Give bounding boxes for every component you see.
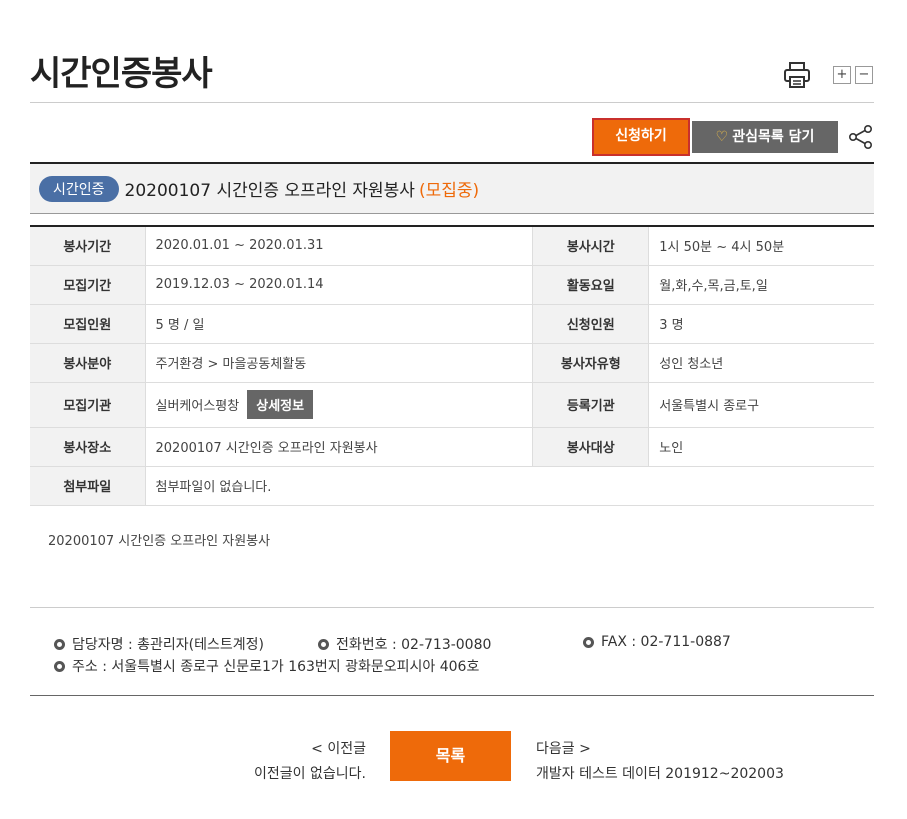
bullet-icon xyxy=(583,636,594,648)
contact-manager: 담당자명 : 총관리자(테스트계정) xyxy=(54,634,264,654)
description: 20200107 시간인증 오프라인 자원봉사 xyxy=(48,534,271,549)
prev-label: < 이전글 xyxy=(311,741,366,757)
next-text: 개발자 테스트 데이터 201912~202003 xyxy=(536,766,784,782)
contact-fax-text: FAX : 02-711-0887 xyxy=(601,634,731,650)
row-value: 서울특별시 종로구 xyxy=(648,382,874,428)
row-label: 등록기관 xyxy=(532,382,649,428)
share-icon[interactable] xyxy=(848,124,874,150)
contact-address-text: 주소 : 서울특별시 종로구 신문로1가 163번지 광화문오피시아 406호 xyxy=(72,659,480,675)
apply-button[interactable]: 신청하기 xyxy=(592,118,690,156)
add-favorite-button[interactable]: ♡ 관심목록 담기 xyxy=(692,121,838,153)
info-table: 봉사기간 2020.01.01 ~ 2020.01.31 봉사시간 1시 50분… xyxy=(30,225,874,506)
title-divider xyxy=(30,102,874,103)
row-value: 3 명 xyxy=(648,304,874,344)
contact-fax: FAX : 02-711-0887 xyxy=(583,634,731,650)
table-row: 봉사분야 주거환경 > 마을공동체활동 봉사자유형 성인 청소년 xyxy=(30,343,874,383)
row-label: 모집기관 xyxy=(30,382,145,428)
row-value: 1시 50분 ~ 4시 50분 xyxy=(648,226,874,266)
table-row: 모집인원 5 명 / 일 신청인원 3 명 xyxy=(30,304,874,344)
row-label: 봉사기간 xyxy=(30,226,145,266)
row-value: 5 명 / 일 xyxy=(144,304,533,344)
row-value: 실버케어스평창 xyxy=(155,399,240,414)
contact-box: 담당자명 : 총관리자(테스트계정) 전화번호 : 02-713-0080 FA… xyxy=(30,607,874,696)
contact-phone-text: 전화번호 : 02-713-0080 xyxy=(336,637,492,653)
bullet-icon xyxy=(54,660,65,672)
action-bar: 신청하기 ♡ 관심목록 담기 xyxy=(592,118,874,156)
status-text: (모집중) xyxy=(418,181,480,201)
row-label: 봉사장소 xyxy=(30,427,145,467)
row-value: 2020.01.01 ~ 2020.01.31 xyxy=(144,226,533,266)
row-label: 모집기간 xyxy=(30,265,145,305)
table-row: 모집기간 2019.12.03 ~ 2020.01.14 활동요일 월,화,수,… xyxy=(30,265,874,305)
post-header: 시간인증 20200107 시간인증 오프라인 자원봉사 (모집중) xyxy=(30,162,874,214)
bullet-icon xyxy=(318,638,329,650)
prev-text: 이전글이 없습니다. xyxy=(254,766,366,782)
row-label: 활동요일 xyxy=(532,265,649,305)
row-label: 봉사시간 xyxy=(532,226,649,266)
row-label: 봉사대상 xyxy=(532,427,649,467)
row-label: 첨부파일 xyxy=(30,466,145,506)
attachment-value: 첨부파일이 없습니다. xyxy=(144,466,874,506)
table-row: 모집기관 실버케어스평창 상세정보 등록기관 서울특별시 종로구 xyxy=(30,382,874,428)
next-label: 다음글 > xyxy=(536,741,591,757)
prev-post-link[interactable]: < 이전글 이전글이 없습니다. xyxy=(254,738,366,783)
bullet-icon xyxy=(54,638,65,650)
row-value: 노인 xyxy=(648,427,874,467)
printer-icon[interactable] xyxy=(783,62,811,88)
zoom-in-button[interactable]: + xyxy=(833,66,851,84)
page-title: 시간인증봉사 xyxy=(30,54,213,94)
heart-icon: ♡ xyxy=(715,129,729,145)
next-post-link[interactable]: 다음글 > 개발자 테스트 데이터 201912~202003 xyxy=(536,738,784,783)
list-button[interactable]: 목록 xyxy=(390,731,511,781)
favorite-label: 관심목록 담기 xyxy=(732,129,815,145)
row-value: 2019.12.03 ~ 2020.01.14 xyxy=(144,265,533,305)
contact-manager-text: 담당자명 : 총관리자(테스트계정) xyxy=(72,637,264,653)
row-value: 월,화,수,목,금,토,일 xyxy=(648,265,874,305)
post-title: 20200107 시간인증 오프라인 자원봉사 xyxy=(124,181,415,201)
table-row: 첨부파일 첨부파일이 없습니다. xyxy=(30,466,874,506)
row-label: 봉사자유형 xyxy=(532,343,649,383)
zoom-out-button[interactable]: − xyxy=(855,66,873,84)
contact-address: 주소 : 서울특별시 종로구 신문로1가 163번지 광화문오피시아 406호 xyxy=(54,656,479,676)
table-row: 봉사장소 20200107 시간인증 오프라인 자원봉사 봉사대상 노인 xyxy=(30,427,874,467)
row-value: 성인 청소년 xyxy=(648,343,874,383)
row-label: 모집인원 xyxy=(30,304,145,344)
detail-info-button[interactable]: 상세정보 xyxy=(247,390,314,419)
row-label: 신청인원 xyxy=(532,304,649,344)
row-value-cell: 실버케어스평창 상세정보 xyxy=(144,382,533,428)
row-value: 20200107 시간인증 오프라인 자원봉사 xyxy=(144,427,533,467)
title-tools: + − xyxy=(783,62,873,88)
contact-phone: 전화번호 : 02-713-0080 xyxy=(318,634,491,654)
table-row: 봉사기간 2020.01.01 ~ 2020.01.31 봉사시간 1시 50분… xyxy=(30,226,874,266)
row-label: 봉사분야 xyxy=(30,343,145,383)
category-badge: 시간인증 xyxy=(39,175,119,202)
row-value: 주거환경 > 마을공동체활동 xyxy=(144,343,533,383)
